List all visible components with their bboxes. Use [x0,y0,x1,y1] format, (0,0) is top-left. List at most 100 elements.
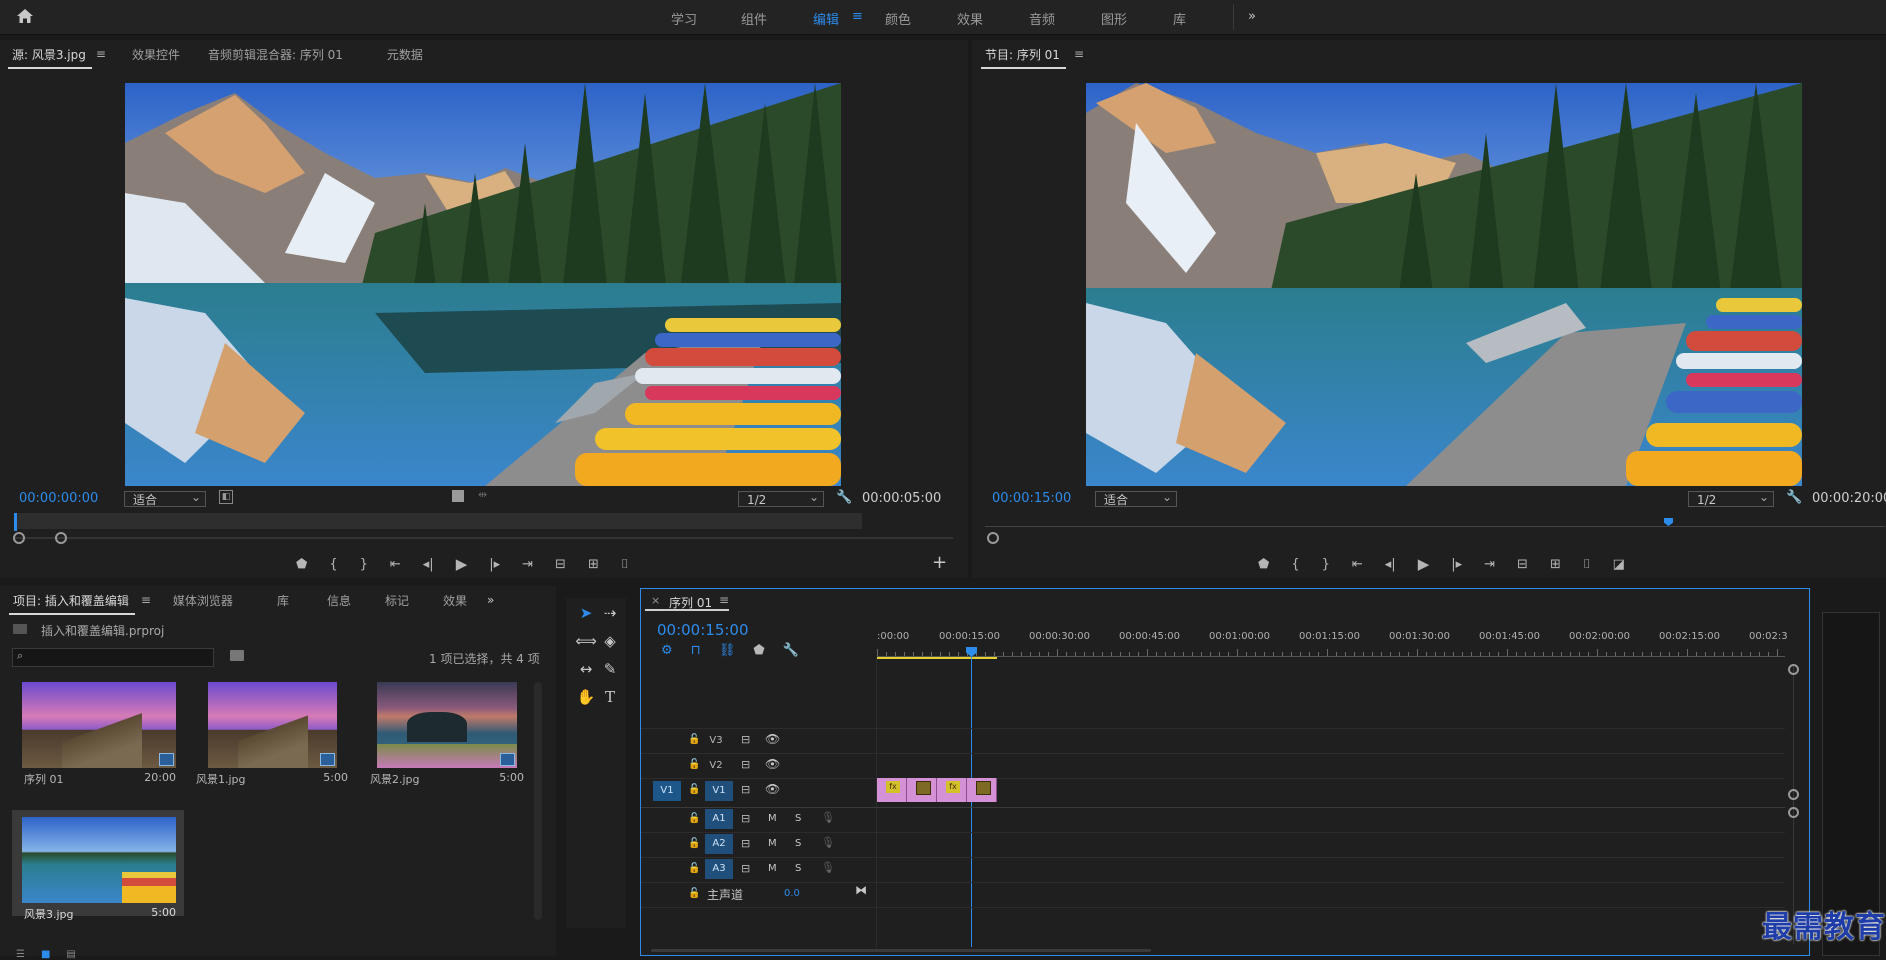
sync-lock-icon[interactable]: ⊟ [741,733,750,746]
solo-button[interactable]: S [795,863,801,874]
lock-icon[interactable]: 🔓 [688,784,700,795]
work-area-bar[interactable] [877,657,997,659]
program-resolution-select[interactable]: 1/2 [1688,489,1774,507]
tab-program[interactable]: 节目: 序列 01 [981,46,1066,69]
mute-button[interactable]: M [768,813,777,824]
clip[interactable]: fx [877,778,907,802]
extract-icon[interactable]: ⊞ [1550,557,1561,572]
solo-button[interactable]: S [795,838,801,849]
track-select-tool-icon[interactable]: ⇢ [598,604,622,622]
solo-button[interactable]: S [795,813,801,824]
selection-tool-icon[interactable]: ➤ [574,604,598,622]
sync-lock-icon[interactable]: ⊟ [741,837,750,850]
tab-libraries[interactable]: 库 [277,592,289,609]
source-zoom-bar[interactable] [15,537,953,539]
source-timecode[interactable]: 00:00:00:00 [19,491,98,506]
wrench-icon[interactable]: 🔧 [1786,490,1802,505]
time-ruler[interactable]: :00:00 00:00:15:00 00:00:30:00 00:00:45:… [877,631,1788,651]
eye-icon[interactable]: 👁 [765,732,780,746]
source-zoom-select[interactable]: 适合 [124,489,206,507]
sync-lock-icon[interactable]: ⊟ [741,862,750,875]
settings-wrench-icon[interactable]: 🔧 [783,643,799,658]
ripple-edit-tool-icon[interactable]: ⟺ [574,632,598,650]
close-tab-icon[interactable]: × [651,594,660,607]
tab-project[interactable]: 项目: 插入和覆盖编辑 [9,592,135,615]
lock-icon[interactable]: 🔓 [688,888,700,899]
project-search-input[interactable]: ⌕ [12,648,214,667]
list-view-icon[interactable]: ☰ [16,949,25,960]
source-playhead[interactable] [14,513,17,531]
step-back-icon[interactable]: ◂| [423,557,434,572]
linked-selection-icon[interactable]: ⛓ [719,643,736,658]
play-icon[interactable]: ▶ [1418,555,1430,573]
slip-tool-icon[interactable]: ↔ [574,660,598,678]
workspace-libraries[interactable]: 库 [1173,9,1186,28]
camera-icon[interactable]: ⌷ [1583,557,1591,572]
eye-icon[interactable]: 👁 [765,782,780,796]
tab-metadata[interactable]: 元数据 [387,46,423,63]
program-scrub-bar[interactable] [985,526,1885,527]
source-resolution-select[interactable]: 1/2 [738,489,824,507]
go-to-in-icon[interactable]: ⇤ [1352,557,1363,572]
scroll-handle[interactable] [1788,807,1799,818]
safe-margins-icon[interactable]: ◧ [219,490,233,504]
project-item-image[interactable]: 风景2.jpg 5:00 [370,682,530,788]
add-marker-icon[interactable]: ⬟ [753,643,764,658]
hand-tool-icon[interactable]: ✋ [574,688,598,706]
lock-icon[interactable]: 🔓 [688,838,700,849]
tab-audio-clip-mixer[interactable]: 音频剪辑混合器: 序列 01 [208,46,343,63]
source-patch-v1[interactable]: V1 [653,781,681,801]
track-label-a3[interactable]: A3 [705,859,733,879]
sync-lock-icon[interactable]: ⊟ [741,812,750,825]
panel-menu-icon[interactable]: ≡ [1074,47,1084,61]
source-video-frame[interactable] [125,83,841,486]
program-playhead[interactable] [1664,518,1673,526]
track-label-v1[interactable]: V1 [705,781,733,801]
snap-icon[interactable]: ⊓ [691,643,701,658]
tab-effect-controls[interactable]: 效果控件 [132,46,180,63]
program-zoom-select[interactable]: 适合 [1095,489,1177,507]
clip[interactable] [967,778,997,802]
zoom-handle-left[interactable] [987,532,999,544]
pen-tool-icon[interactable]: ✎ [598,660,622,678]
mark-out-icon[interactable]: } [1322,557,1330,572]
tab-effects[interactable]: 效果 [443,592,467,609]
step-forward-icon[interactable]: |▸ [1451,557,1462,572]
track-collapse-icon[interactable]: ⧓ [855,883,867,897]
add-marker-icon[interactable]: ⬟ [1258,557,1269,572]
tab-media-browser[interactable]: 媒体浏览器 [173,592,233,609]
zoom-handle-left[interactable] [13,532,25,544]
track-label-a1[interactable]: A1 [705,809,733,829]
overwrite-button-icon[interactable]: ⊞ [588,557,599,572]
add-button-icon[interactable]: + [932,552,947,573]
scroll-handle[interactable] [1788,664,1799,675]
project-item-image-selected[interactable]: 风景3.jpg 5:00 [12,810,184,921]
eye-icon[interactable]: 👁 [765,757,780,771]
icon-view-icon[interactable]: ■ [41,949,50,960]
mute-button[interactable]: M [768,863,777,874]
workspace-audio[interactable]: 音频 [1029,9,1055,28]
play-icon[interactable]: ▶ [456,555,468,573]
track-label-a2[interactable]: A2 [705,834,733,854]
project-item-image[interactable]: 风景1.jpg 5:00 [196,682,356,788]
project-item-sequence[interactable]: 序列 01 20:00 [12,682,182,788]
mark-in-icon[interactable]: { [1291,557,1299,572]
workspace-learn[interactable]: 学习 [671,9,697,28]
workspace-color[interactable]: 颜色 [885,9,911,28]
project-scrollbar[interactable] [534,682,542,920]
go-to-out-icon[interactable]: ⇥ [1484,557,1495,572]
workspace-menu-icon[interactable]: ≡ [852,9,863,24]
add-marker-icon[interactable]: ⬟ [296,557,307,572]
tab-markers[interactable]: 标记 [385,592,409,609]
track-label-v2[interactable]: V2 [705,756,727,776]
clip[interactable]: fx [937,778,967,802]
home-icon[interactable] [16,8,34,24]
lift-icon[interactable]: ⊟ [1517,557,1528,572]
new-bin-from-search-icon[interactable] [230,650,244,661]
go-to-out-icon[interactable]: ⇥ [522,557,533,572]
panel-overflow-icon[interactable]: » [487,593,494,607]
lock-icon[interactable]: 🔓 [688,759,700,770]
lock-icon[interactable]: 🔓 [688,813,700,824]
workspace-overflow-button[interactable]: » [1248,9,1256,24]
source-scrub-bar[interactable] [15,513,862,529]
